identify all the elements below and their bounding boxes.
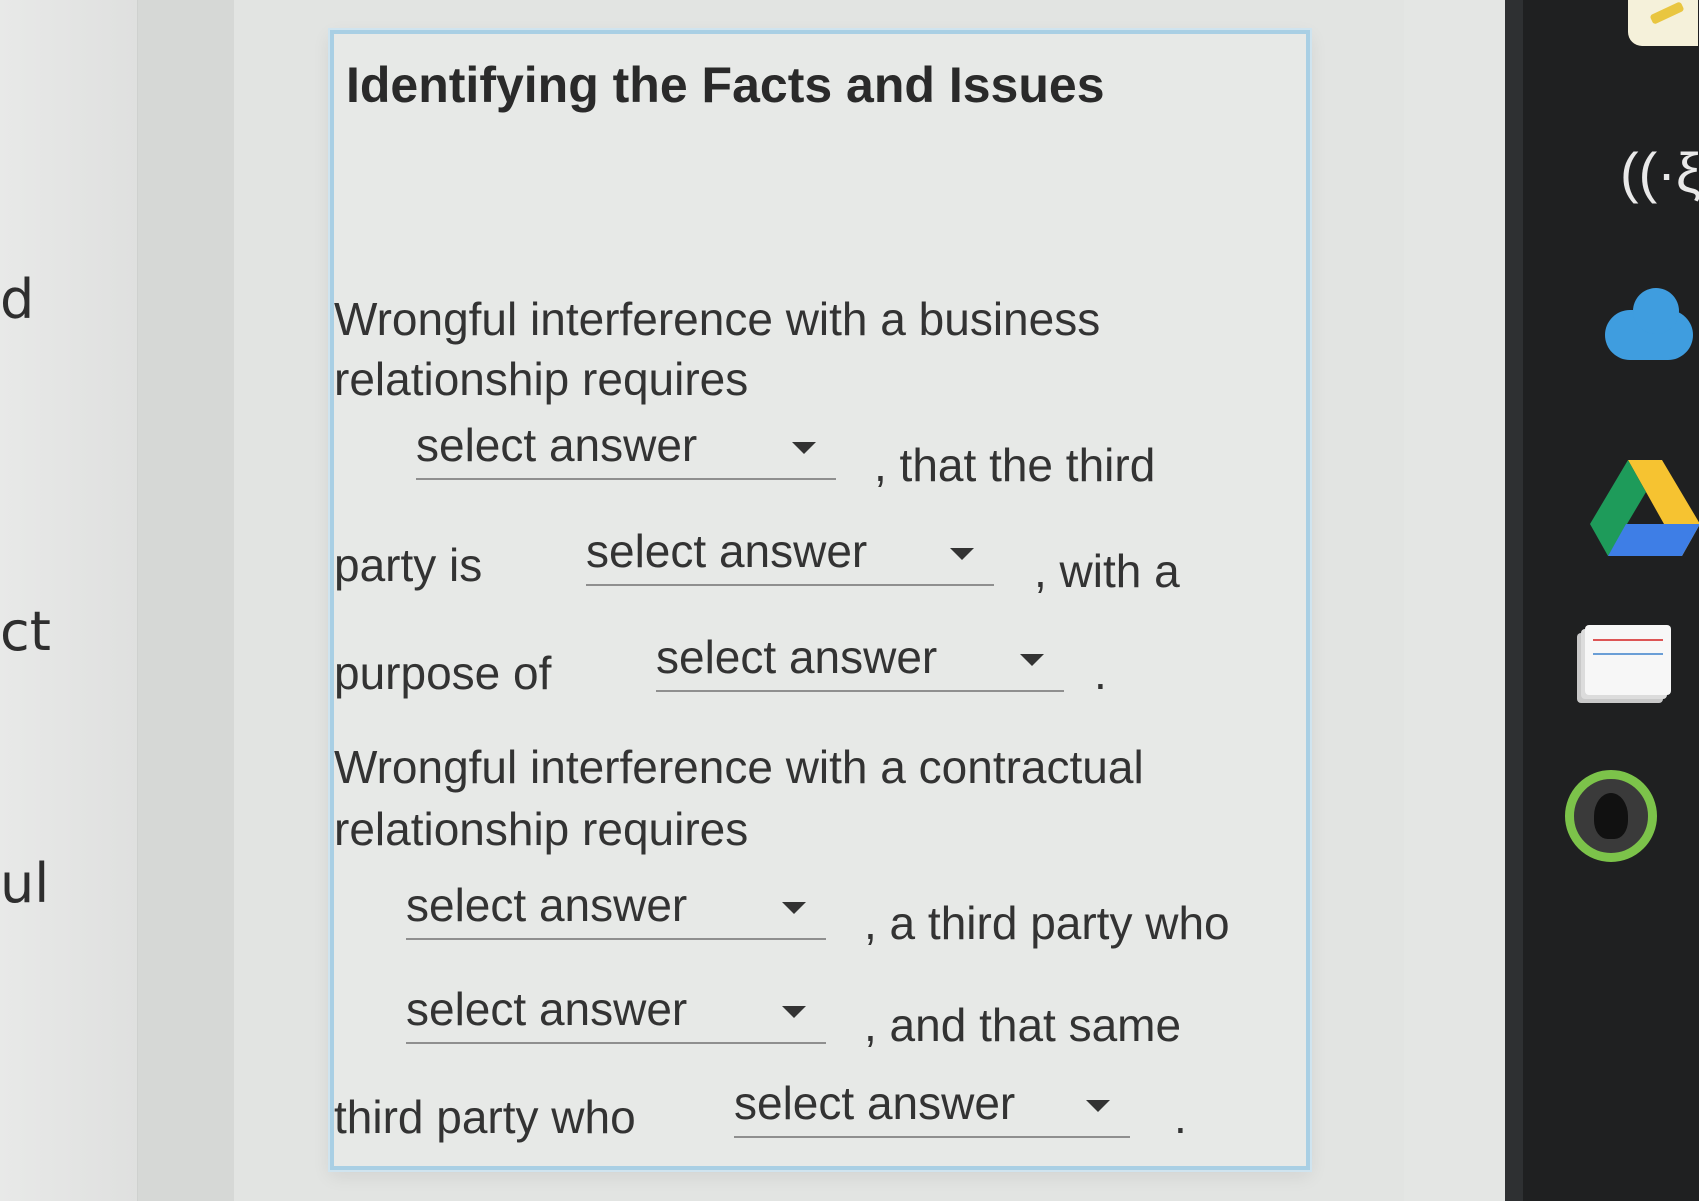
pencil-icon[interactable] (1628, 0, 1698, 46)
contractual-text-before-3: third party who (334, 1091, 636, 1143)
contractual-dropdown-1[interactable]: select answer (406, 878, 826, 940)
contractual-text-after-2: , and that same (864, 999, 1182, 1051)
onedrive-icon[interactable] (1605, 288, 1693, 360)
dropdown-value: select answer (734, 1077, 1016, 1129)
business-dropdown-2[interactable]: select answer (586, 524, 994, 586)
caret-down-icon (1020, 654, 1044, 666)
caret-down-icon (1086, 1100, 1110, 1112)
caret-down-icon (792, 442, 816, 454)
question-card: Identifying the Facts and Issues Wrongfu… (330, 30, 1310, 1170)
caret-down-icon (782, 902, 806, 914)
google-drive-icon[interactable] (1590, 460, 1699, 556)
business-text-after-1: , that the third (874, 439, 1156, 491)
contractual-text-after-3: . (1174, 1091, 1187, 1143)
contractual-text-line-1: Wrongful interference with a contractual (334, 741, 1144, 793)
dropdown-value: select answer (656, 631, 938, 683)
dropdown-value: select answer (406, 879, 688, 931)
notecards-icon[interactable] (1585, 625, 1671, 695)
contractual-text-after-1: , a third party who (864, 897, 1230, 949)
dropdown-value: select answer (416, 419, 698, 471)
page-gutter (138, 0, 234, 1201)
contractual-dropdown-2[interactable]: select answer (406, 982, 826, 1044)
card-title: Identifying the Facts and Issues (346, 57, 1105, 113)
dropdown-value: select answer (406, 983, 688, 1035)
dropdown-value: select answer (586, 525, 868, 577)
page-edge-text: d (0, 268, 35, 331)
business-text-line-1: Wrongful interference with a business (334, 293, 1101, 345)
business-text-before-2: party is (334, 539, 483, 591)
left-document-page: d ct ul (0, 0, 138, 1201)
profile-ring-icon[interactable] (1565, 770, 1657, 862)
page-edge-text: ul (0, 852, 50, 915)
business-text-after-2: , with a (1034, 545, 1180, 597)
business-dropdown-3[interactable]: select answer (656, 630, 1064, 692)
toolbar-rail-edge (1505, 0, 1523, 1201)
contractual-text-line-2: relationship requires (334, 803, 749, 855)
business-dropdown-1[interactable]: select answer (416, 418, 836, 480)
business-text-before-3: purpose of (334, 647, 552, 699)
read-aloud-icon[interactable]: ((·ξ (1620, 140, 1699, 205)
page-edge-text: ct (0, 600, 51, 663)
caret-down-icon (782, 1006, 806, 1018)
contractual-dropdown-3[interactable]: select answer (734, 1076, 1130, 1138)
business-text-after-3: . (1094, 647, 1107, 699)
caret-down-icon (950, 548, 974, 560)
business-text-line-2: relationship requires (334, 353, 749, 405)
